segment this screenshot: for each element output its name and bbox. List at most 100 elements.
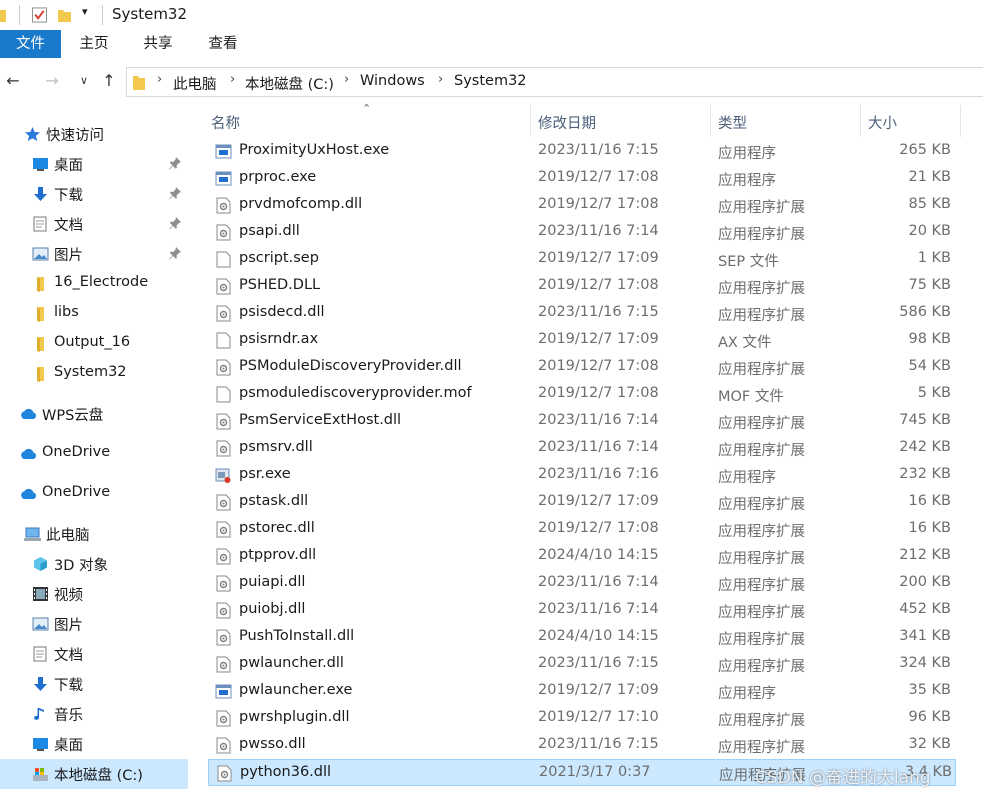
table-row[interactable]: pwrshplugin.dll 2019/12/7 17:10 应用程序扩展 96 K… [188, 705, 983, 732]
table-row[interactable]: psisdecd.dll 2023/11/16 7:15 应用程序扩展 586 KB [188, 300, 983, 327]
table-row[interactable]: pwlauncher.exe 2019/12/7 17:09 应用程序 35 KB [188, 678, 983, 705]
file-size: 16 KB [908, 520, 951, 536]
properties-check-icon[interactable] [31, 7, 48, 23]
table-row[interactable]: pstask.dll 2019/12/7 17:09 应用程序扩展 16 KB [188, 489, 983, 516]
column-header-size[interactable]: 大小 [868, 112, 897, 133]
column-header-type[interactable]: 类型 [718, 112, 747, 133]
file-size: 20 KB [908, 223, 951, 239]
table-row[interactable]: puiapi.dll 2023/11/16 7:14 应用程序扩展 200 KB [188, 570, 983, 597]
column-header-date[interactable]: 修改日期 [538, 112, 596, 133]
sidebar-item-label: 下载 [54, 678, 83, 694]
table-row[interactable]: ptpprov.dll 2024/4/10 14:15 应用程序扩展 212 KB [188, 543, 983, 570]
tab-file[interactable]: 文件 [0, 30, 61, 58]
table-row[interactable]: psmodulediscoveryprovider.mof 2019/12/7 1… [188, 381, 983, 408]
new-folder-icon[interactable] [57, 7, 72, 23]
dll-icon [215, 494, 231, 511]
folder-icon [32, 336, 49, 352]
pin-icon[interactable] [168, 216, 182, 230]
breadcrumb-windows[interactable]: Windows [360, 73, 425, 89]
picture-icon [32, 246, 49, 262]
sidebar-item-label: OneDrive [42, 484, 111, 500]
sidebar-item[interactable]: 下载 [0, 669, 188, 699]
dll-icon [216, 765, 232, 782]
breadcrumb-chevron-icon[interactable]: › [230, 72, 235, 87]
tab-share[interactable]: 共享 [129, 30, 187, 58]
column-divider[interactable] [530, 105, 531, 137]
modified-date: 2021/3/17 0:37 [539, 764, 651, 780]
column-header-name[interactable]: 名称 [211, 112, 240, 133]
sidebar-item[interactable]: OneDrive [0, 439, 188, 469]
folder-icon[interactable] [0, 7, 6, 23]
file-type: 应用程序 [718, 470, 776, 486]
sidebar-item-label: System32 [54, 364, 127, 380]
sidebar-item[interactable]: 桌面 [0, 149, 188, 179]
sidebar-item[interactable]: WPS云盘 [0, 399, 188, 429]
table-row[interactable]: psr.exe 2023/11/16 7:16 应用程序 232 KB [188, 462, 983, 489]
table-row[interactable]: PSHED.DLL 2019/12/7 17:08 应用程序扩展 75 KB [188, 273, 983, 300]
file-type: 应用程序扩展 [718, 497, 805, 513]
table-row[interactable]: psisrndr.ax 2019/12/7 17:09 AX 文件 98 KB [188, 327, 983, 354]
sidebar-item[interactable]: 此电脑 [0, 519, 188, 549]
sidebar-item[interactable]: 文档 [0, 639, 188, 669]
breadcrumb-system32[interactable]: System32 [454, 73, 527, 89]
table-row[interactable]: PushToInstall.dll 2024/4/10 14:15 应用程序扩展 34… [188, 624, 983, 651]
modified-date: 2023/11/16 7:15 [538, 142, 659, 158]
table-row[interactable]: pwsso.dll 2023/11/16 7:15 应用程序扩展 32 KB [188, 732, 983, 759]
music-icon [32, 706, 49, 722]
sidebar-item[interactable]: 文档 [0, 209, 188, 239]
table-row[interactable]: ProximityUxHost.exe 2023/11/16 7:15 应用程序 26… [188, 138, 983, 165]
modified-date: 2023/11/16 7:14 [538, 439, 659, 455]
breadcrumb-this-pc[interactable]: 此电脑 [173, 73, 217, 94]
table-row[interactable]: prvdmofcomp.dll 2019/12/7 17:08 应用程序扩展 85 K… [188, 192, 983, 219]
breadcrumb-chevron-icon[interactable]: › [438, 72, 443, 87]
quick-access-dropdown-icon[interactable]: ▾ [82, 5, 88, 18]
table-row[interactable]: puiobj.dll 2023/11/16 7:14 应用程序扩展 452 KB [188, 597, 983, 624]
sidebar-item[interactable]: 本地磁盘 (C:) [0, 759, 188, 789]
up-arrow-icon[interactable]: ↑ [98, 70, 120, 92]
breadcrumb-chevron-icon[interactable]: › [344, 72, 349, 87]
sidebar-item[interactable]: 下载 [0, 179, 188, 209]
breadcrumb-chevron-icon[interactable]: › [157, 72, 162, 87]
sidebar-item[interactable]: OneDrive [0, 479, 188, 509]
sidebar-item-label: 16_Electrode [54, 274, 149, 290]
back-arrow-icon[interactable]: ← [2, 70, 24, 92]
sidebar-item[interactable]: libs [0, 299, 188, 329]
address-bar[interactable]: › 此电脑 › 本地磁盘 (C:) › Windows › System32 [126, 67, 983, 97]
tab-home[interactable]: 主页 [65, 30, 123, 58]
sidebar-item[interactable]: 视频 [0, 579, 188, 609]
sidebar-item[interactable]: 3D 对象 [0, 549, 188, 579]
table-row[interactable]: PsmServiceExtHost.dll 2023/11/16 7:14 应用程序… [188, 408, 983, 435]
sidebar-item[interactable]: 图片 [0, 609, 188, 639]
tab-view[interactable]: 查看 [194, 30, 252, 58]
table-row[interactable]: psmsrv.dll 2023/11/16 7:14 应用程序扩展 242 KB [188, 435, 983, 462]
sidebar-item[interactable]: 快速访问 [0, 119, 188, 149]
table-row[interactable]: pstorec.dll 2019/12/7 17:08 应用程序扩展 16 KB [188, 516, 983, 543]
recent-locations-chevron-icon[interactable]: ∨ [73, 70, 95, 92]
file-type: 应用程序扩展 [718, 713, 805, 729]
sidebar-item[interactable]: 16_Electrode [0, 269, 188, 299]
table-row[interactable]: pscript.sep 2019/12/7 17:09 SEP 文件 1 KB [188, 246, 983, 273]
file-explorer-window: ▾ System32 文件 主页 共享 查看 ← → ∨ ↑ › 此电脑 › 本… [0, 0, 983, 793]
document-icon [32, 646, 49, 662]
file-size: 1 KB [917, 250, 951, 266]
table-row[interactable]: pwlauncher.dll 2023/11/16 7:15 应用程序扩展 324 K… [188, 651, 983, 678]
navigation-pane: 快速访问 桌面 下载 文档 图片 16_Electrode libs Output_16 Sys… [0, 104, 188, 793]
sidebar-item[interactable]: 音乐 [0, 699, 188, 729]
forward-arrow-icon[interactable]: → [41, 70, 63, 92]
table-row[interactable]: prproc.exe 2019/12/7 17:08 应用程序 21 KB [188, 165, 983, 192]
table-row[interactable]: PSModuleDiscoveryProvider.dll 2019/12/7 1… [188, 354, 983, 381]
breadcrumb-local-disk[interactable]: 本地磁盘 (C:) [245, 73, 334, 94]
pin-icon[interactable] [168, 186, 182, 200]
column-divider[interactable] [710, 105, 711, 137]
column-divider[interactable] [960, 105, 961, 137]
pin-icon[interactable] [168, 156, 182, 170]
sidebar-item[interactable]: Output_16 [0, 329, 188, 359]
pin-icon[interactable] [168, 246, 182, 260]
sidebar-item[interactable]: 图片 [0, 239, 188, 269]
file-size: 242 KB [899, 439, 951, 455]
sidebar-item[interactable]: 桌面 [0, 729, 188, 759]
file-name: prproc.exe [239, 169, 317, 185]
table-row[interactable]: psapi.dll 2023/11/16 7:14 应用程序扩展 20 KB [188, 219, 983, 246]
sidebar-item[interactable]: System32 [0, 359, 188, 389]
column-divider[interactable] [860, 105, 861, 137]
